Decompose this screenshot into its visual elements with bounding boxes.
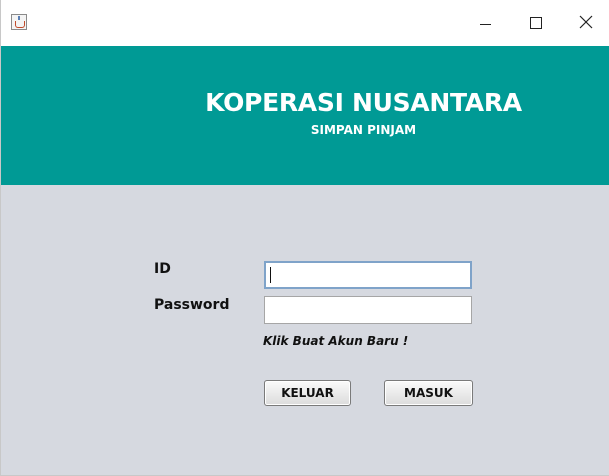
text-caret — [270, 267, 271, 283]
title-bar[interactable] — [1, 0, 609, 46]
maximize-icon — [530, 17, 542, 29]
header-banner: KOPERASI NUSANTARA SIMPAN PINJAM — [1, 46, 609, 185]
maximize-button[interactable] — [513, 0, 559, 46]
close-icon — [579, 15, 593, 29]
close-button[interactable] — [563, 0, 609, 46]
java-icon[interactable] — [11, 14, 27, 30]
minimize-button[interactable] — [463, 0, 509, 46]
masuk-button[interactable]: MASUK — [384, 380, 473, 406]
app-subtitle: SIMPAN PINJAM — [310, 123, 417, 137]
minimize-icon — [480, 24, 491, 25]
password-label: Password — [154, 297, 230, 313]
login-form: ID Password Klik Buat Akun Baru ! KELUAR… — [1, 185, 609, 475]
keluar-button[interactable]: KELUAR — [264, 380, 351, 406]
id-input[interactable] — [264, 261, 472, 289]
login-window: KOPERASI NUSANTARA SIMPAN PINJAM ID Pass… — [0, 0, 609, 476]
password-input[interactable] — [264, 296, 472, 324]
java-cup — [15, 21, 25, 28]
java-steam — [18, 16, 20, 20]
id-label: ID — [154, 261, 171, 277]
create-account-link[interactable]: Klik Buat Akun Baru ! — [263, 334, 408, 348]
app-title: KOPERASI NUSANTARA — [205, 88, 522, 117]
